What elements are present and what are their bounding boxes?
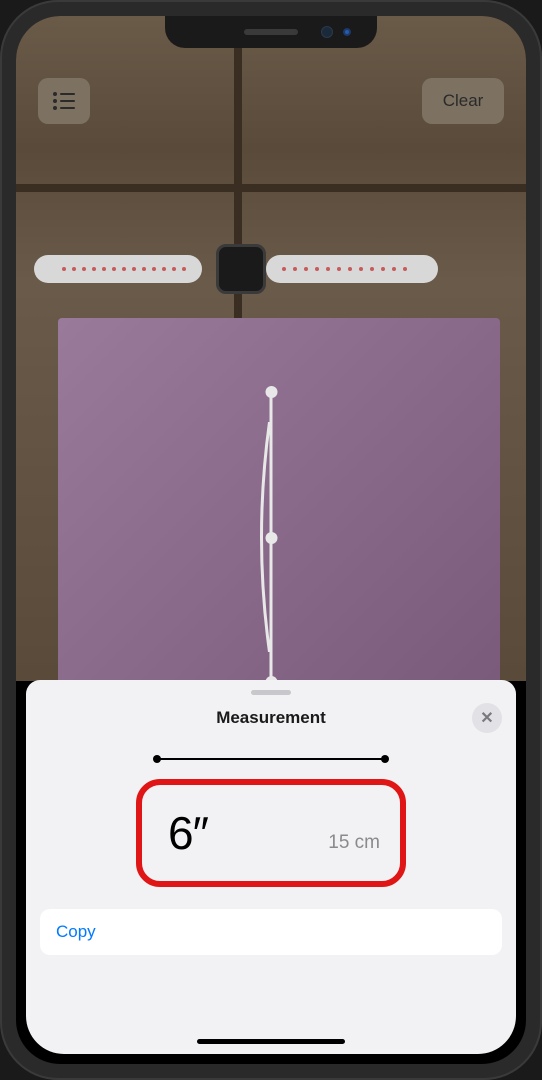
- ar-camera-view[interactable]: Clear: [16, 16, 526, 681]
- speaker-grille: [244, 29, 298, 35]
- phone-frame: Clear Measurement ✕ 6″ 15 cm: [0, 0, 542, 1080]
- diagram-endpoint-right: [381, 755, 389, 763]
- clear-button[interactable]: Clear: [422, 78, 504, 124]
- notch: [165, 16, 377, 48]
- sheet-title: Measurement: [216, 708, 326, 728]
- sheet-grabber[interactable]: [251, 690, 291, 695]
- measure-midpoint[interactable]: [265, 532, 277, 544]
- screen: Clear Measurement ✕ 6″ 15 cm: [16, 16, 526, 1064]
- front-camera: [321, 26, 333, 38]
- close-icon: ✕: [480, 708, 493, 728]
- watch-object: [34, 244, 488, 294]
- measure-endpoint-top[interactable]: [265, 386, 277, 398]
- list-icon: [53, 92, 75, 110]
- diagram-line: [157, 758, 385, 760]
- copy-button[interactable]: Copy: [40, 909, 502, 955]
- band-holes-left: [62, 263, 196, 275]
- measurement-diagram: [40, 753, 502, 765]
- measurement-sheet: Measurement ✕ 6″ 15 cm Copy: [26, 680, 516, 1054]
- band-holes-right: [282, 263, 422, 275]
- toolbar: Clear: [38, 78, 504, 124]
- ar-measurement-line[interactable]: [270, 392, 273, 681]
- home-indicator[interactable]: [197, 1039, 345, 1044]
- close-button[interactable]: ✕: [472, 703, 502, 733]
- measurement-value-highlight[interactable]: 6″ 15 cm: [136, 779, 406, 887]
- tile-grout-horizontal: [16, 184, 526, 192]
- sheet-header: Measurement ✕: [40, 703, 502, 733]
- measurements-list-button[interactable]: [38, 78, 90, 124]
- watch-face: [216, 244, 266, 294]
- copy-label: Copy: [56, 922, 96, 941]
- sensor-dot: [343, 28, 351, 36]
- measurement-secondary-value: 15 cm: [328, 832, 380, 854]
- measurement-primary-value: 6″: [168, 806, 208, 860]
